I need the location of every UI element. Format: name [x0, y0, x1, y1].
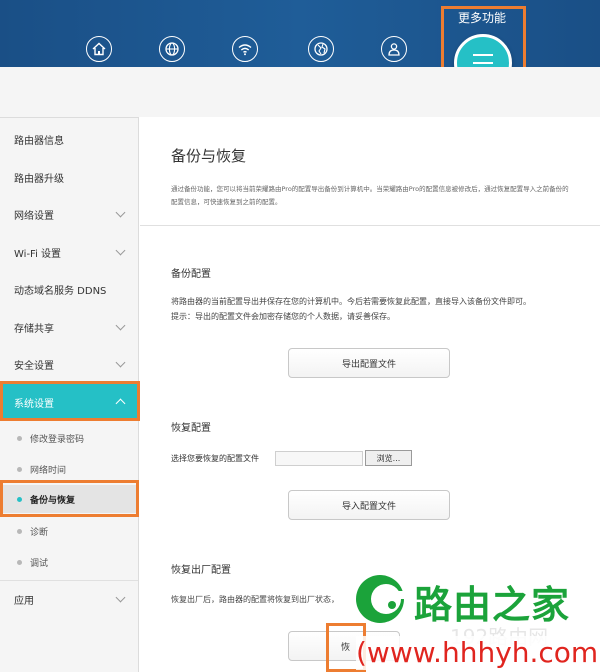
bullet-dot-icon: [17, 436, 22, 441]
sidebar-subitem-label: 修改登录密码: [30, 434, 85, 445]
chevron-down-icon: [115, 357, 126, 368]
sidebar-item-label: 路由器升级: [14, 174, 64, 185]
chevron-down-icon: [115, 320, 126, 331]
home-icon[interactable]: [86, 36, 112, 62]
backup-description: 将路由器的当前配置导出并保存在您的计算机中。今后若需要恢复此配置，直接导入该备份…: [171, 297, 531, 306]
sidebar-item-router-upgrade[interactable]: 路由器升级: [0, 159, 138, 196]
sidebar-item-label: 应用: [14, 595, 34, 607]
page-description: 通过备份功能，您可以将当前荣耀路由Pro的配置导出备份到计算机中。当荣耀路由Pr…: [171, 185, 569, 206]
sidebar-item-network-settings[interactable]: 网络设置: [0, 196, 138, 233]
export-config-button[interactable]: 导出配置文件: [288, 348, 450, 378]
sidebar-item-label: 网络设置: [14, 211, 54, 222]
page-title: 备份与恢复: [171, 147, 247, 165]
wifi-icon[interactable]: [232, 36, 258, 62]
backup-section-title: 备份配置: [171, 269, 211, 280]
sidebar-item-ddns[interactable]: 动态域名服务 DDNS: [0, 271, 138, 308]
sidebar-subitem-debug[interactable]: 调试: [0, 548, 138, 576]
divider: [140, 225, 600, 226]
sidebar-item-label: 存储共享: [14, 324, 54, 335]
sidebar-subitem-label: 诊断: [30, 527, 49, 538]
bullet-dot-icon: [17, 529, 22, 534]
network-globe-icon[interactable]: [308, 36, 334, 62]
restore-file-label: 选择您要恢复的配置文件: [171, 454, 259, 463]
factory-reset-description: 恢复出厂后，路由器的配置将恢复到出厂状态，: [171, 595, 339, 604]
restore-file-field[interactable]: [275, 451, 363, 466]
sidebar-subitem-network-time[interactable]: 网络时间: [0, 455, 138, 483]
watermark-url: (www.hhhyh.com): [356, 636, 600, 670]
watermark-logo-icon: [352, 569, 412, 629]
sidebar-subitem-diagnostics[interactable]: 诊断: [0, 517, 138, 545]
user-icon[interactable]: [381, 36, 407, 62]
sidebar-item-applications[interactable]: 应用: [0, 580, 138, 617]
backup-hint: 提示：导出的配置文件会加密存储您的个人数据，请妥善保存。: [171, 312, 395, 321]
header-spacer: [0, 67, 600, 117]
import-config-button[interactable]: 导入配置文件: [288, 490, 450, 520]
sidebar-item-storage-sharing[interactable]: 存储共享: [0, 309, 138, 346]
sidebar-subitem-label: 调试: [30, 558, 49, 569]
system-settings-highlight-box: [0, 381, 140, 421]
bullet-dot-icon: [17, 467, 22, 472]
restore-section-title: 恢复配置: [171, 423, 211, 434]
sidebar-subitem-change-password[interactable]: 修改登录密码: [0, 424, 138, 452]
sidebar-item-label: 安全设置: [14, 361, 54, 372]
chevron-down-icon: [115, 592, 126, 603]
bullet-dot-icon: [17, 560, 22, 565]
sidebar-item-label: Wi-Fi 设置: [14, 249, 62, 260]
sidebar-item-wifi-settings[interactable]: Wi-Fi 设置: [0, 234, 138, 271]
backup-restore-highlight-box: [0, 480, 139, 517]
factory-reset-section-title: 恢复出厂配置: [171, 565, 231, 576]
chevron-down-icon: [115, 245, 126, 256]
chevron-down-icon: [115, 207, 126, 218]
sidebar-item-label: 路由器信息: [14, 136, 64, 147]
globe-icon[interactable]: [159, 36, 185, 62]
sidebar-item-router-info[interactable]: 路由器信息: [0, 121, 138, 158]
sidebar-subitem-label: 网络时间: [30, 465, 67, 476]
sidebar-item-label: 动态域名服务 DDNS: [14, 286, 107, 297]
sidebar-item-security-settings[interactable]: 安全设置: [0, 346, 138, 383]
browse-button[interactable]: 浏览...: [365, 450, 412, 466]
